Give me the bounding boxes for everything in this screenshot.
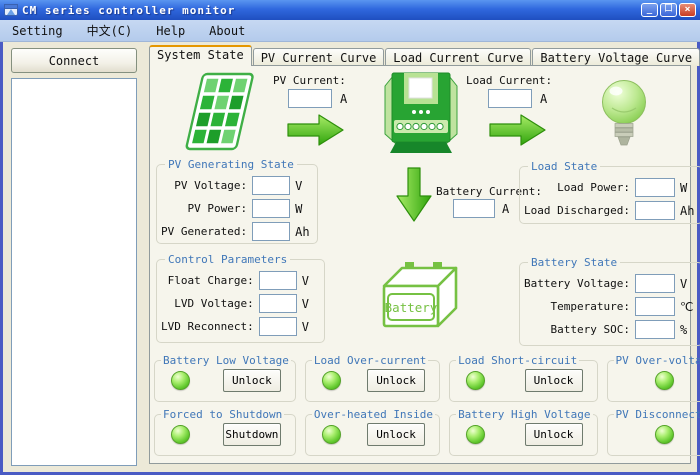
battery-text: Battery [385,300,438,315]
group-title: Load State [528,160,600,173]
load-power-label: Load Power: [557,181,630,194]
group-control-parameters: Control Parameters Float Charge: V LVD V… [156,253,325,343]
pv-current-unit: A [340,92,347,106]
close-button[interactable]: × [679,3,696,17]
load-current-label: Load Current: [466,74,552,87]
battery-voltage-input[interactable] [635,274,675,293]
group-pv-generating-state: PV Generating State PV Voltage: V PV Pow… [156,158,318,244]
temperature-input[interactable] [635,297,675,316]
battery-soc-input[interactable] [635,320,675,339]
tab-strip: System State PV Current Curve Load Curre… [149,46,700,66]
unlock-button[interactable]: Unlock [367,423,425,446]
device-listbox[interactable] [11,78,137,466]
lvd-voltage-input[interactable] [259,294,297,313]
alarm-title: Load Short-circuit [456,354,579,367]
menu-language[interactable]: 中文(C) [75,20,145,41]
battery-current-input[interactable] [453,199,495,218]
alarm-pv-over-voltage: PV Over-voltage [607,354,700,402]
connect-button[interactable]: Connect [11,48,137,73]
pv-generated-input[interactable] [252,222,290,241]
battery-soc-label: Battery SOC: [550,323,629,336]
alarm-load-over-current: Load Over-current Unlock [305,354,440,402]
alarm-title: Over-heated Inside [312,408,435,421]
alarm-title: Load Over-current [312,354,429,367]
app-window: CM series controller monitor _ 口 × Setti… [0,0,700,475]
shutdown-button[interactable]: Shutdown [223,423,281,446]
pv-power-input[interactable] [252,199,290,218]
menu-help[interactable]: Help [144,22,197,40]
pv-voltage-label: PV Voltage: [174,179,247,192]
alarm-title: Battery Low Voltage [161,354,291,367]
unlock-button[interactable]: Unlock [367,369,425,392]
menu-setting[interactable]: Setting [0,22,75,40]
alarm-over-heated-inside: Over-heated Inside Unlock [305,408,440,456]
group-load-state: Load State Load Power: W Load Discharged… [519,160,700,224]
alarm-title: Battery High Voltage [456,408,592,421]
unlock-button[interactable]: Unlock [223,369,281,392]
pv-current-input[interactable] [288,89,332,108]
solar-panel-icon [184,71,256,153]
maximize-button[interactable]: 口 [660,3,677,17]
group-title: Battery State [528,256,620,269]
load-power-input[interactable] [635,178,675,197]
alarm-title: Forced to Shutdown [161,408,284,421]
minimize-button[interactable]: _ [641,3,658,17]
alarm-title: PV Over-voltage [614,354,700,367]
alarm-load-short-circuit: Load Short-circuit Unlock [449,354,597,402]
alarm-forced-to-shutdown: Forced to Shutdown Shutdown [154,408,296,456]
controller-icon [384,70,458,154]
lvd-reconnect-label: LVD Reconnect: [161,320,254,333]
status-led [466,425,485,444]
status-led [655,371,674,390]
battery-current-unit: A [502,202,509,216]
tab-battery-voltage-curve[interactable]: Battery Voltage Curve [532,48,700,66]
status-led [655,425,674,444]
pv-power-label: PV Power: [187,202,247,215]
temperature-label: Temperature: [550,300,629,313]
load-current-unit: A [540,92,547,106]
status-led [322,425,341,444]
tab-system-state[interactable]: System State [149,45,252,66]
load-current-input[interactable] [488,89,532,108]
window-title: CM series controller monitor [22,4,641,17]
arrow-right-icon [286,111,346,149]
alarm-grid: Battery Low Voltage Unlock Load Over-cur… [154,354,685,456]
group-title: Control Parameters [165,253,290,266]
lvd-reconnect-input[interactable] [259,317,297,336]
arrow-right-icon [488,111,548,149]
lvd-voltage-label: LVD Voltage: [174,297,253,310]
title-bar[interactable]: CM series controller monitor _ 口 × [0,0,700,20]
load-discharged-input[interactable] [635,201,675,220]
alarm-title: PV Disconnected [614,408,700,421]
light-bulb-icon [598,78,650,152]
float-charge-input[interactable] [259,271,297,290]
menu-bar: Setting 中文(C) Help About [0,20,700,42]
group-battery-state: Battery State Battery Voltage: V Tempera… [519,256,700,346]
alarm-battery-low-voltage: Battery Low Voltage Unlock [154,354,296,402]
unlock-button[interactable]: Unlock [525,369,583,392]
battery-voltage-label: Battery Voltage: [524,277,630,290]
alarm-pv-disconnected: PV Disconnected [607,408,700,456]
pv-generated-label: PV Generated: [161,225,247,238]
group-title: PV Generating State [165,158,297,171]
menu-about[interactable]: About [197,22,257,40]
app-icon [4,3,18,17]
tab-load-current-curve[interactable]: Load Current Curve [385,48,531,66]
battery-icon: Battery [376,252,464,340]
status-led [171,371,190,390]
unlock-button[interactable]: Unlock [525,423,583,446]
tab-pv-current-curve[interactable]: PV Current Curve [253,48,385,66]
status-led [322,371,341,390]
float-charge-label: Float Charge: [168,274,254,287]
load-discharged-label: Load Discharged: [524,204,630,217]
status-led [466,371,485,390]
client-area: Connect System State PV Current Curve Lo… [3,42,697,472]
arrow-down-icon [395,166,433,224]
status-led [171,425,190,444]
pv-voltage-input[interactable] [252,176,290,195]
alarm-battery-high-voltage: Battery High Voltage Unlock [449,408,597,456]
system-state-panel: PV Current: A Load Cur [149,65,691,464]
pv-current-label: PV Current: [273,74,346,87]
